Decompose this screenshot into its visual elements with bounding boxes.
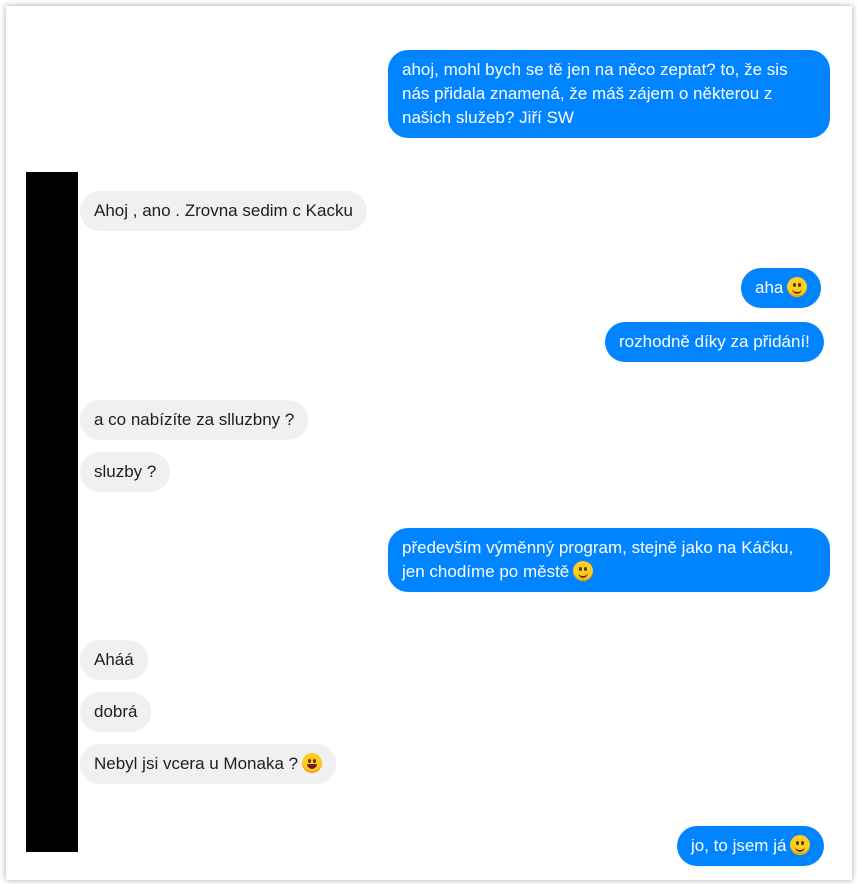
message-text: především výměnný program, stejně jako n… (402, 538, 794, 581)
smile-emoji-icon (573, 561, 594, 581)
message-bubble-outgoing[interactable]: ahoj, mohl bych se tě jen na něco zeptat… (388, 50, 830, 138)
message-text: Nebyl jsi vcera u Monaka ? (94, 754, 299, 773)
message-bubble-outgoing[interactable]: jo, to jsem já (677, 826, 825, 866)
message-text: a co nabízíte za slluzbny ? (94, 410, 295, 429)
message-text: Aháá (94, 650, 134, 669)
message-text: dobrá (94, 702, 138, 721)
message-text: rozhodně díky za přidání! (619, 332, 810, 351)
grin-emoji-icon (302, 753, 323, 773)
message-bubble-outgoing[interactable]: aha (741, 268, 822, 308)
message-bubble-outgoing[interactable]: rozhodně díky za přidání! (605, 322, 824, 362)
message-bubble-incoming[interactable]: Nebyl jsi vcera u Monaka ? (80, 744, 337, 784)
message-text: aha (755, 278, 784, 297)
message-text: ahoj, mohl bych se tě jen na něco zeptat… (402, 60, 788, 127)
smile-emoji-icon (790, 835, 811, 855)
message-bubble-incoming[interactable]: a co nabízíte za slluzbny ? (80, 400, 309, 440)
message-bubble-incoming[interactable]: sluzby ? (80, 452, 171, 492)
redacted-avatar-column (26, 172, 78, 852)
message-bubble-outgoing[interactable]: především výměnný program, stejně jako n… (388, 528, 830, 592)
message-bubble-incoming[interactable]: Ahoj , ano . Zrovna sedim c Kacku (80, 191, 367, 231)
message-text: sluzby ? (94, 462, 157, 481)
smile-emoji-icon (787, 277, 808, 297)
message-text: Ahoj , ano . Zrovna sedim c Kacku (94, 201, 353, 220)
message-bubble-incoming[interactable]: dobrá (80, 692, 152, 732)
message-text: jo, to jsem já (691, 836, 787, 855)
message-bubble-incoming[interactable]: Aháá (80, 640, 148, 680)
